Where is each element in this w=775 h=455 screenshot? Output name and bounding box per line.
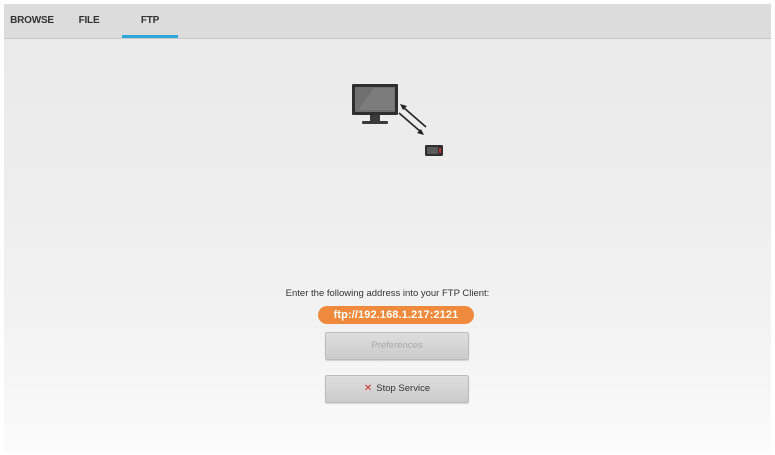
- close-icon: ✕: [363, 383, 373, 394]
- preferences-label: Preferences: [371, 340, 423, 351]
- ftp-illustration: [352, 84, 443, 156]
- monitor-icon: [352, 84, 398, 124]
- tab-ftp[interactable]: FTP: [122, 4, 178, 38]
- ftp-instruction: Enter the following address into your FT…: [285, 288, 490, 299]
- preferences-button[interactable]: Preferences: [325, 332, 469, 360]
- tab-file[interactable]: FILE: [74, 4, 104, 38]
- stop-service-button[interactable]: ✕ Stop Service: [325, 375, 469, 403]
- active-tab-indicator: [122, 35, 178, 38]
- ftp-address: ftp://192.168.1.217:2121: [318, 306, 474, 324]
- stop-service-label: Stop Service: [376, 383, 431, 394]
- tab-browse[interactable]: BROWSE: [10, 4, 54, 38]
- tab-bar: BROWSE FILE FTP: [4, 4, 771, 39]
- device-icon: [425, 145, 443, 156]
- ftp-screen: BROWSE FILE FTP Enter the following addr…: [4, 4, 771, 451]
- bidirectional-arrow-icon: [398, 104, 427, 135]
